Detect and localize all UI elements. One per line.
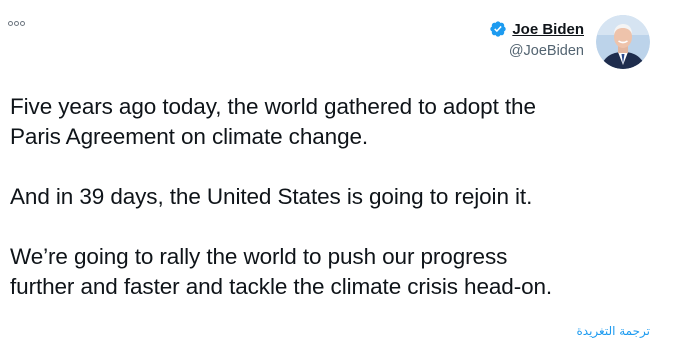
tweet-paragraph: Five years ago today, the world gathered…: [10, 94, 536, 149]
author-display-name[interactable]: Joe Biden: [512, 21, 584, 38]
more-dot-icon: [8, 21, 13, 26]
profile-avatar[interactable]: [596, 15, 650, 69]
more-dot-icon: [14, 21, 19, 26]
tweet-card: Joe Biden @JoeBiden Five years ago today…: [0, 0, 673, 351]
verified-badge-icon: [490, 21, 506, 37]
more-dot-icon: [20, 21, 25, 26]
tweet-author: Joe Biden @JoeBiden: [489, 15, 650, 69]
author-names: Joe Biden @JoeBiden: [489, 20, 584, 59]
tweet-paragraph: We’re going to rally the world to push o…: [10, 244, 553, 299]
more-options-button[interactable]: [8, 21, 25, 26]
author-name-row: Joe Biden: [489, 20, 584, 38]
translate-tweet-link[interactable]: ترجمة التغريدة: [576, 324, 650, 338]
tweet-text: Five years ago today, the world gathered…: [10, 92, 665, 302]
tweet-paragraph: And in 39 days, the United States is goi…: [10, 184, 533, 209]
author-handle[interactable]: @JoeBiden: [509, 43, 584, 59]
